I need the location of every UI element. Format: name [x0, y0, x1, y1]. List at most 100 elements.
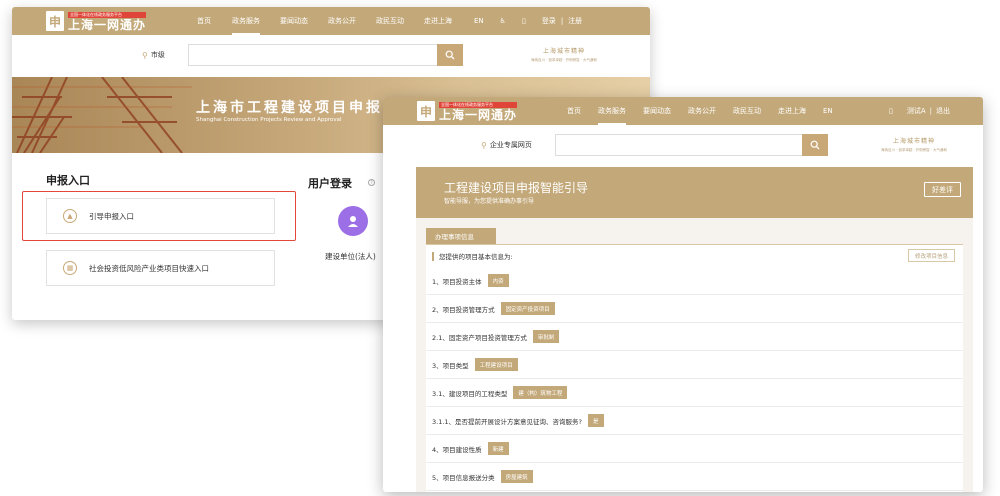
info-header-text: 您提供的项目基本信息为:: [439, 253, 513, 261]
row-value-tag: 工程建设项目: [474, 358, 518, 371]
site-logo[interactable]: 申 全国一体化在线政务服务平台 上海一网通办: [46, 10, 147, 32]
brand-subtitle: 海纳百川 · 追求卓越 · 开明睿智 · 大气谦和: [880, 148, 947, 152]
row-value-tag: 内资: [487, 274, 509, 287]
edit-project-button[interactable]: 修改项目信息: [907, 249, 955, 262]
search-button[interactable]: [802, 134, 828, 156]
login-section-title: 用户登录: [308, 177, 352, 190]
help-icon[interactable]: ?: [368, 179, 375, 186]
info-row: 1、项目投资主体 内资: [426, 267, 963, 295]
entry-label: 社会投资低风险产业类项目快速入口: [89, 263, 209, 273]
search-icon: [810, 140, 820, 150]
nav-english[interactable]: EN: [474, 17, 484, 25]
tab-item-info[interactable]: 办理事项信息: [426, 228, 496, 244]
search-input[interactable]: [188, 44, 438, 66]
smart-guide-header: 工程建设项目申报智能引导 智能导服，为您提供准确办事引导 好差评: [416, 167, 973, 218]
location-label: 市级: [150, 51, 165, 59]
main-nav: 首页 政务服务 要闻动态 政务公开 政民互动 走进上海 EN: [567, 97, 833, 125]
row-value-tag: 审批制: [532, 330, 560, 343]
guide-title: 工程建设项目申报智能引导: [444, 181, 589, 195]
info-row: 3、项目类型 工程建设项目: [426, 351, 963, 379]
brand-title: 上海城市精神: [892, 138, 935, 145]
nav-interaction[interactable]: 政民互动: [733, 106, 761, 116]
register-link[interactable]: 注册: [568, 16, 582, 26]
row-value-tag: 固定资产投资项目: [500, 302, 555, 315]
search-input[interactable]: [555, 134, 803, 156]
row-value-tag: 新建: [487, 442, 509, 455]
enterprise-user-icon[interactable]: [338, 206, 368, 236]
row-label: 3、项目类型: [432, 361, 469, 370]
info-row: 4、项目建设性质 新建: [426, 435, 963, 463]
nav-home[interactable]: 首页: [197, 16, 211, 26]
top-nav-bar: 申 全国一体化在线政务服务平台 上海一网通办 首页 政务服务 要闻动态 政务公开…: [383, 97, 983, 125]
factory-icon: ▦: [63, 261, 77, 275]
guide-window: 申 全国一体化在线政务服务平台 上海一网通办 首页 政务服务 要闻动态 政务公开…: [383, 97, 983, 492]
banner-subtitle: Shanghai Construction Projects Review an…: [196, 117, 342, 123]
apply-section-title: 申报入口: [46, 174, 90, 187]
logo-title: 上海一网通办: [439, 107, 518, 122]
row-value-tag: 建（构）筑物工程: [513, 386, 568, 399]
location-pin-icon: ⚲: [142, 50, 148, 60]
nav-separator: |: [560, 17, 564, 25]
row-label: 3.1.1、是否提前开展设计方案意见征询、咨询服务?: [432, 417, 582, 426]
row-label: 3.1、建设项目的工程类型: [432, 389, 508, 398]
row-value-tag: 是: [588, 414, 604, 427]
item-info-panel: 办理事项信息 您提供的项目基本信息为: 修改项目信息 1、项目投资主体 内资 2…: [416, 218, 973, 492]
nav-about-shanghai[interactable]: 走进上海: [778, 106, 806, 116]
location-label: 企业专属网页: [489, 141, 532, 149]
search-row: ⚲ 市级 上海城市精神 海纳百川 · 追求卓越 · 开明睿智 · 大气谦和: [12, 35, 650, 77]
nav-public-affairs[interactable]: 政务公开: [688, 106, 716, 116]
nav-news[interactable]: 要闻动态: [643, 106, 671, 116]
rating-button[interactable]: 好差评: [924, 182, 961, 197]
location-selector[interactable]: ⚲ 市级: [142, 50, 165, 60]
fast-track-entry[interactable]: ▦ 社会投资低风险产业类项目快速入口: [46, 250, 275, 286]
main-nav: 首页 政务服务 要闻动态 政务公开 政民互动 走进上海 EN ♿ ▯ 登录 | …: [197, 7, 582, 35]
site-logo[interactable]: 申 全国一体化在线政务服务平台 上海一网通办: [417, 100, 518, 122]
username-link[interactable]: 测试A: [907, 106, 926, 116]
info-row: 3.1、建设项目的工程类型 建（构）筑物工程: [426, 379, 963, 407]
logo-mark: 申: [417, 101, 435, 121]
nav-about-shanghai[interactable]: 走进上海: [424, 16, 452, 26]
logout-link[interactable]: 退出: [936, 106, 950, 116]
highlight-frame: [22, 191, 296, 241]
nav-gov-services[interactable]: 政务服务: [232, 16, 260, 35]
accent-bar: [432, 251, 434, 261]
enterprise-login-label[interactable]: 建设单位(法人): [325, 251, 376, 262]
location-selector[interactable]: ⚲ 企业专属网页: [481, 140, 532, 150]
row-label: 2.1、固定资产项目投资管理方式: [432, 333, 527, 342]
nav-public-affairs[interactable]: 政务公开: [328, 16, 356, 26]
search-icon: [445, 50, 455, 60]
login-link[interactable]: 登录: [542, 16, 556, 26]
city-spirit-brand: 上海城市精神 海纳百川 · 追求卓越 · 开明睿智 · 大气谦和: [855, 136, 973, 153]
brand-title: 上海城市精神: [542, 48, 585, 55]
info-row: 3.1.1、是否提前开展设计方案意见征询、咨询服务? 是: [426, 407, 963, 435]
nav-home[interactable]: 首页: [567, 106, 581, 116]
banner-title: 上海市工程建设项目申报: [196, 100, 383, 116]
user-separator: |: [929, 107, 933, 115]
mobile-icon[interactable]: ▯: [522, 17, 526, 25]
row-label: 2、项目投资管理方式: [432, 305, 495, 314]
logo-subtitle: 全国一体化在线政务服务平台: [439, 101, 518, 108]
row-value-tag: 房屋建筑: [500, 470, 533, 483]
mobile-icon[interactable]: ▯: [889, 107, 893, 115]
person-icon: [348, 216, 358, 227]
row-label: 5、项目信息报送分类: [432, 473, 495, 482]
brand-subtitle: 海纳百川 · 追求卓越 · 开明睿智 · 大气谦和: [530, 58, 597, 62]
search-button[interactable]: [437, 44, 463, 66]
guide-subtitle: 智能导服，为您提供准确办事引导: [444, 198, 535, 205]
info-header: 您提供的项目基本信息为:: [426, 245, 963, 267]
logo-title: 上海一网通办: [68, 17, 147, 32]
logo-subtitle: 全国一体化在线政务服务平台: [68, 11, 147, 18]
city-spirit-brand: 上海城市精神 海纳百川 · 追求卓越 · 开明睿智 · 大气谦和: [514, 46, 614, 63]
top-nav-bar: 申 全国一体化在线政务服务平台 上海一网通办 首页 政务服务 要闻动态 政务公开…: [12, 7, 650, 35]
info-row: 2、项目投资管理方式 固定资产投资项目: [426, 295, 963, 323]
search-row: ⚲ 企业专属网页 上海城市精神 海纳百川 · 追求卓越 · 开明睿智 · 大气谦…: [383, 125, 983, 167]
accessibility-icon[interactable]: ♿: [500, 17, 506, 25]
location-pin-icon: ⚲: [481, 140, 487, 150]
user-area: ▯ 测试A | 退出: [889, 97, 950, 125]
project-info-list: 您提供的项目基本信息为: 修改项目信息 1、项目投资主体 内资 2、项目投资管理…: [426, 245, 963, 492]
nav-interaction[interactable]: 政民互动: [376, 16, 404, 26]
nav-news[interactable]: 要闻动态: [280, 16, 308, 26]
info-row: 2.1、固定资产项目投资管理方式 审批制: [426, 323, 963, 351]
nav-gov-services[interactable]: 政务服务: [598, 106, 626, 125]
nav-english[interactable]: EN: [823, 107, 833, 115]
